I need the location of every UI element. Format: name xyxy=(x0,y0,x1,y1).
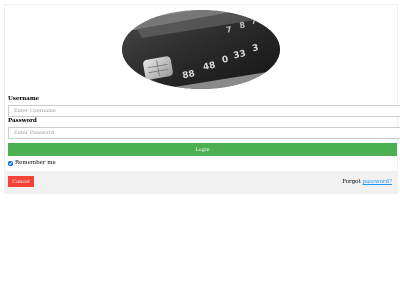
form-footer: Cancel Forgot password? xyxy=(5,171,397,193)
remember-me[interactable]: Remember me xyxy=(8,160,56,166)
password-input[interactable] xyxy=(8,127,400,139)
cancel-button[interactable]: Cancel xyxy=(8,176,34,187)
username-input[interactable] xyxy=(8,105,400,117)
credit-card-icon: 88 48 0 33 3 7 8 7 xyxy=(122,10,280,89)
forgot-password-link[interactable]: password? xyxy=(362,179,392,185)
username-label: Username xyxy=(8,96,40,102)
remember-label: Remember me xyxy=(15,160,56,166)
remember-checkbox[interactable] xyxy=(8,160,13,166)
login-button[interactable]: Login xyxy=(8,143,397,156)
credit-card-avatar: 88 48 0 33 3 7 8 7 xyxy=(122,10,280,89)
forgot-prefix: Forgot xyxy=(342,179,361,185)
login-form: 88 48 0 33 3 7 8 7 Username Password Log… xyxy=(4,4,400,194)
forgot-password: Forgot password? xyxy=(342,179,392,185)
password-label: Password xyxy=(8,118,37,124)
svg-text:7: 7 xyxy=(250,16,257,26)
image-container: 88 48 0 33 3 7 8 7 xyxy=(5,5,397,93)
